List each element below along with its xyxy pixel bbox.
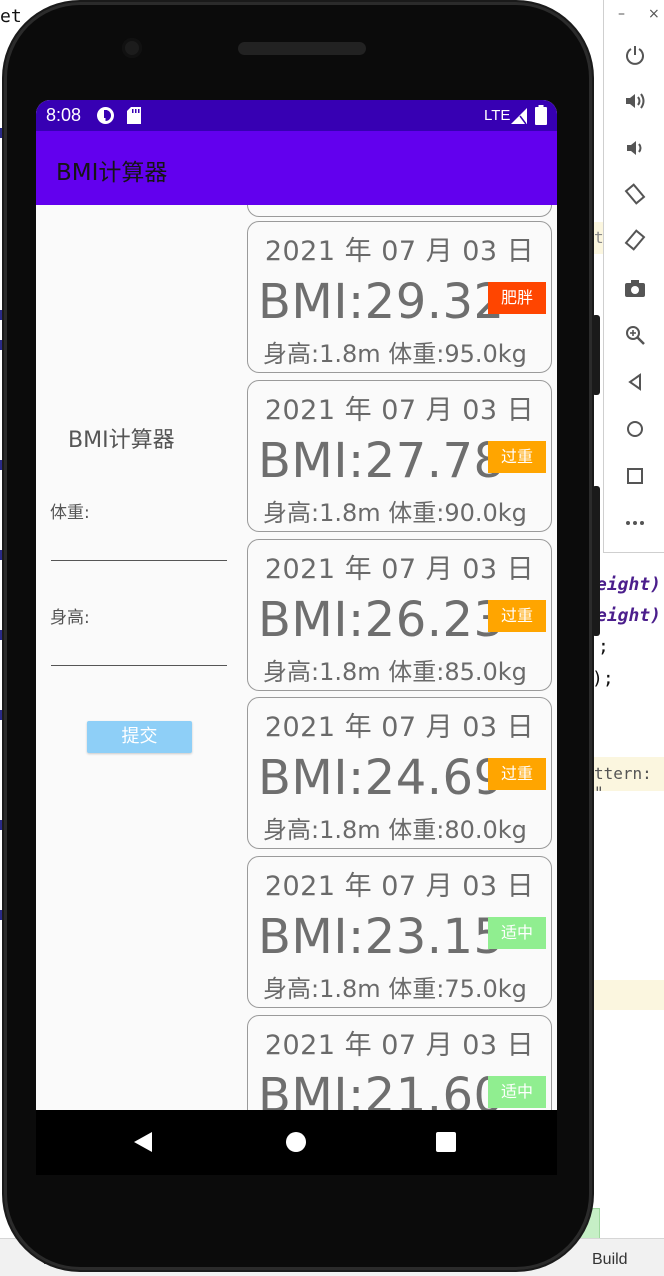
- ide-highlight: [592, 980, 664, 1010]
- build-tab[interactable]: Build: [592, 1251, 628, 1269]
- nav-overview-icon[interactable]: [436, 1132, 456, 1156]
- record-category-badge: 适中: [488, 917, 546, 949]
- battery-icon: [535, 105, 547, 130]
- record-height-weight: 身高:1.8m 体重:85.0kg: [263, 658, 527, 686]
- data-saver-icon: [96, 106, 115, 130]
- front-camera: [122, 38, 142, 58]
- record-bmi: BMI:23.15: [258, 909, 505, 965]
- zoom-icon[interactable]: [620, 320, 650, 350]
- record-bmi: BMI:26.23: [258, 592, 505, 648]
- record-category-badge: 过重: [488, 441, 546, 473]
- record-date: 2021 年 07 月 03 日: [264, 712, 535, 743]
- height-input[interactable]: [51, 633, 227, 666]
- bmi-record-card[interactable]: 2021 年 07 月 03 日 BMI:24.69 过重 身高:1.8m 体重…: [247, 697, 552, 849]
- bmi-record-card[interactable]: 2021 年 07 月 03 日 BMI:23.15 适中 身高:1.8m 体重…: [247, 856, 552, 1008]
- record-date: 2021 年 07 月 03 日: [264, 554, 535, 585]
- record-height-weight: 身高:1.8m 体重:90.0kg: [263, 499, 527, 527]
- status-time: 8:08: [46, 105, 82, 125]
- overview-icon[interactable]: [620, 461, 650, 491]
- ide-tooltip-fragment: ttern: ": [594, 764, 652, 802]
- app-title: BMI计算器: [56, 160, 168, 186]
- sd-card-icon: [127, 107, 141, 129]
- list-item-partial[interactable]: [247, 205, 552, 217]
- record-date: 2021 年 07 月 03 日: [264, 871, 535, 902]
- ide-code-fragment: ;: [598, 636, 609, 657]
- rotate-right-icon[interactable]: [620, 226, 650, 256]
- record-bmi: BMI:24.69: [258, 750, 505, 806]
- minimize-button[interactable]: –: [618, 6, 625, 22]
- record-date: 2021 年 07 月 03 日: [264, 236, 535, 267]
- bmi-record-card[interactable]: 2021 年 07 月 03 日 BMI:27.78 过重 身高:1.8m 体重…: [247, 380, 552, 532]
- weight-input[interactable]: [51, 528, 227, 561]
- device-screen: 8:08 LTE BMI计算器 BMI计算器 体重: 身高: 提交 2021 年…: [36, 100, 557, 1110]
- volume-down-icon[interactable]: [620, 133, 650, 163]
- record-bmi: BMI:21.60: [258, 1068, 505, 1110]
- submit-button[interactable]: 提交: [87, 721, 192, 753]
- rotate-left-icon[interactable]: [620, 180, 650, 210]
- weight-label: 体重:: [50, 503, 90, 523]
- record-height-weight: 身高:1.8m 体重:95.0kg: [263, 340, 527, 368]
- record-date: 2021 年 07 月 03 日: [264, 395, 535, 426]
- emulator-toolbar: – ×: [603, 0, 664, 553]
- bmi-record-card[interactable]: 2021 年 07 月 03 日 BMI:21.60 适中: [247, 1015, 552, 1110]
- status-bar: 8:08 LTE: [36, 100, 557, 131]
- bmi-record-card[interactable]: 2021 年 07 月 03 日 BMI:26.23 过重 身高:1.8m 体重…: [247, 539, 552, 691]
- close-button[interactable]: ×: [648, 6, 660, 22]
- phone-side-button[interactable]: [592, 315, 600, 395]
- ide-code-fragment: eight): [596, 605, 662, 626]
- form-heading: BMI计算器: [68, 428, 175, 453]
- record-height-weight: 身高:1.8m 体重:75.0kg: [263, 975, 527, 1003]
- ide-code-fragment: eight): [596, 574, 662, 595]
- signal-icon: [510, 107, 528, 130]
- record-date: 2021 年 07 月 03 日: [264, 1030, 535, 1061]
- camera-icon[interactable]: [620, 273, 650, 303]
- volume-up-icon[interactable]: [620, 86, 650, 116]
- power-icon[interactable]: [620, 40, 650, 70]
- network-type: LTE: [484, 107, 511, 124]
- nav-home-icon[interactable]: [285, 1131, 307, 1157]
- record-category-badge: 过重: [488, 600, 546, 632]
- ide-code-fragment: );: [592, 668, 614, 689]
- nav-back-icon[interactable]: [132, 1131, 154, 1157]
- app-bar: BMI计算器: [36, 131, 557, 205]
- height-label: 身高:: [50, 608, 90, 628]
- home-icon[interactable]: [620, 414, 650, 444]
- record-category-badge: 过重: [488, 758, 546, 790]
- phone-side-button[interactable]: [592, 486, 600, 636]
- record-bmi: BMI:27.78: [258, 433, 505, 489]
- record-category-badge: 适中: [488, 1076, 546, 1108]
- back-icon[interactable]: [620, 367, 650, 397]
- record-category-badge: 肥胖: [488, 282, 546, 314]
- more-icon[interactable]: [620, 508, 650, 538]
- ide-code-fragment: et: [0, 6, 22, 27]
- record-bmi: BMI:29.32: [258, 274, 505, 330]
- bmi-record-list[interactable]: 2021 年 07 月 03 日 BMI:29.32 肥胖 身高:1.8m 体重…: [246, 205, 557, 1110]
- bmi-record-card[interactable]: 2021 年 07 月 03 日 BMI:29.32 肥胖 身高:1.8m 体重…: [247, 221, 552, 373]
- earpiece-speaker: [238, 42, 366, 55]
- record-height-weight: 身高:1.8m 体重:80.0kg: [263, 816, 527, 844]
- navigation-bar: [36, 1110, 557, 1175]
